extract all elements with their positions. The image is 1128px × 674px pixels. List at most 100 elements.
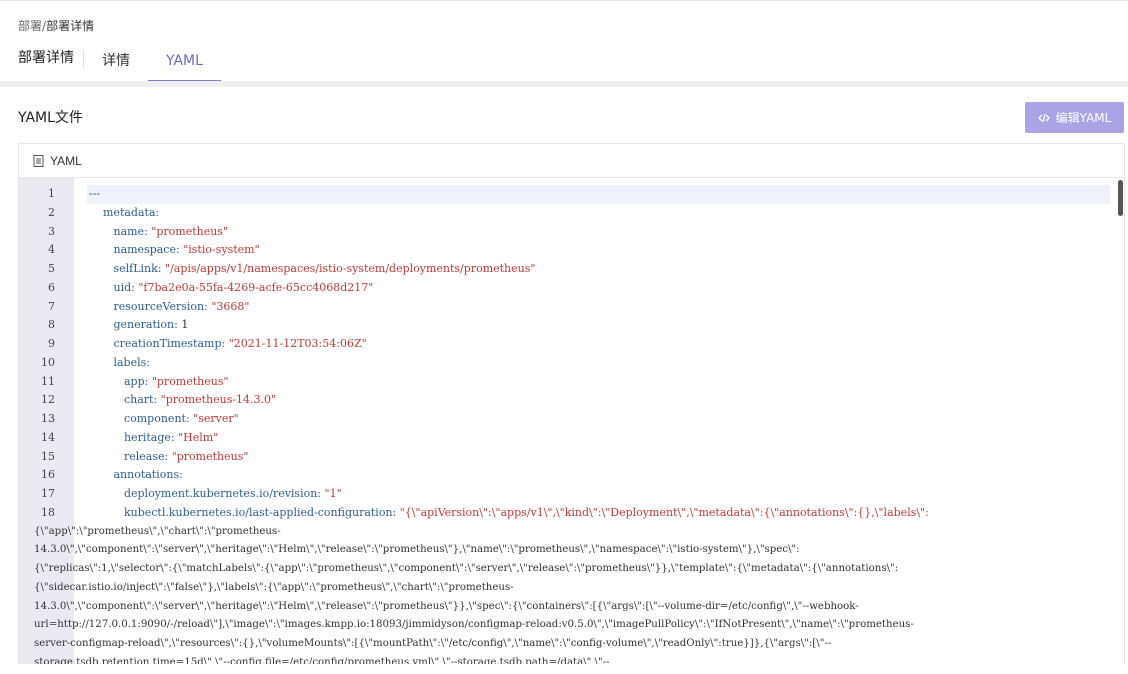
edit-yaml-label: 编辑YAML xyxy=(1055,111,1112,125)
code-line: --- xyxy=(87,185,1110,204)
yaml-value: "f7ba2e0a-55fa-4269-acfe-65cc4068d217" xyxy=(138,280,374,294)
code-line: kubectl.kubernetes.io/last-applied-confi… xyxy=(89,504,1110,523)
line-number: 1 xyxy=(48,187,55,200)
code-line: chart: "prometheus-14.3.0" xyxy=(89,391,1110,410)
yaml-value: "istio-system" xyxy=(183,243,260,257)
yaml-key: chart: xyxy=(123,393,158,407)
code-area[interactable]: --- metadata: name: "prometheus" namespa… xyxy=(34,185,1110,664)
line-number: 13 xyxy=(41,412,55,425)
yaml-key: deployment.kubernetes.io/revision: xyxy=(123,487,322,500)
document-icon xyxy=(33,154,44,167)
yaml-value: "3668" xyxy=(211,299,250,313)
line-number: 10 xyxy=(41,355,55,369)
scrollbar[interactable] xyxy=(1116,178,1124,664)
code-wrapped-line: 14.3.0\",\"component\":\"server\",\"heri… xyxy=(34,600,859,612)
code-icon xyxy=(1037,113,1050,122)
yaml-key: labels: xyxy=(113,355,150,369)
breadcrumb-parent[interactable]: 部署 xyxy=(18,19,42,33)
line-number: 14 xyxy=(41,430,55,444)
line-number: 15 xyxy=(41,449,55,463)
code-wrapped-line: {\"replicas\":1,\"selector\":{\"matchLab… xyxy=(34,563,899,574)
yaml-key: resourceVersion: xyxy=(113,299,208,313)
yaml-card: YAML 1 2 3 4 5 6 7 8 9 10 11 12 13 14 15 16 17 18 --- met… xyxy=(18,143,1125,664)
code-wrapped-line: {\"app\":\"prometheus\",\"chart\":\"prom… xyxy=(34,525,281,537)
yaml-key: heritage: xyxy=(123,430,175,444)
yaml-value: "{\"apiVersion\":\"apps/v1\",\"kind\":\"… xyxy=(399,505,929,519)
yaml-value: "1" xyxy=(324,487,342,500)
line-number: 5 xyxy=(48,262,55,275)
yaml-key: app: xyxy=(123,374,149,388)
yaml-key: name: xyxy=(113,224,148,238)
code-line: heritage: "Helm" xyxy=(89,429,1110,448)
yaml-value: "prometheus-14.3.0" xyxy=(160,393,277,407)
line-number: 16 xyxy=(41,468,55,482)
yaml-value: "/apis/apps/v1/namespaces/istio-system/d… xyxy=(165,262,536,275)
line-number: 6 xyxy=(48,280,55,294)
code-line: uid: "f7ba2e0a-55fa-4269-acfe-65cc4068d2… xyxy=(89,279,1110,298)
yaml-key: component: xyxy=(123,412,190,425)
yaml-key: metadata: xyxy=(103,205,160,219)
yaml-value: "Helm" xyxy=(178,430,219,444)
line-numbers: 1 2 3 4 5 6 7 8 9 10 11 12 13 14 15 16 17 18 xyxy=(19,185,55,523)
code-line: labels: xyxy=(89,354,1110,373)
code-wrapped-line: url=http://127.0.0.1:9090/-/reload\"],\"… xyxy=(34,619,914,631)
yaml-value: "2021-11-12T03:54:06Z" xyxy=(228,337,367,350)
line-number: 9 xyxy=(48,337,55,350)
code-line: generation: 1 xyxy=(89,316,1110,335)
yaml-value: "server" xyxy=(193,412,239,425)
yaml-key: kubectl.kubernetes.io/last-applied-confi… xyxy=(123,505,397,519)
code-line: deployment.kubernetes.io/revision: "1" xyxy=(89,485,1110,504)
yaml-key: --- xyxy=(89,187,101,200)
code-line: release: "prometheus" xyxy=(89,448,1110,467)
line-number: 18 xyxy=(41,505,55,519)
divider-band xyxy=(0,81,1128,87)
yaml-key: creationTimestamp: xyxy=(113,337,226,350)
code-line: app: "prometheus" xyxy=(89,373,1110,392)
breadcrumb: 部署/部署详情 xyxy=(18,17,94,34)
line-number: 4 xyxy=(48,243,55,257)
code-line: resourceVersion: "3668" xyxy=(89,298,1110,317)
edit-yaml-button[interactable]: 编辑YAML xyxy=(1025,102,1124,133)
yaml-key: uid: xyxy=(113,280,135,294)
code-line: component: "server" xyxy=(89,410,1110,429)
tab-details[interactable]: 详情 xyxy=(84,41,148,81)
yaml-value: 1 xyxy=(181,318,189,332)
yaml-key: selfLink: xyxy=(113,262,162,275)
code-line: name: "prometheus" xyxy=(89,223,1110,242)
yaml-card-header: YAML xyxy=(19,144,1124,178)
section-title: YAML文件 xyxy=(18,110,83,126)
code-wrapped-line: 14.3.0\",\"component\":\"server\",\"heri… xyxy=(34,544,800,556)
code-line: selfLink: "/apis/apps/v1/namespaces/isti… xyxy=(89,260,1110,279)
code-line: namespace: "istio-system" xyxy=(89,241,1110,260)
yaml-value: "prometheus" xyxy=(151,374,229,388)
yaml-editor[interactable]: 1 2 3 4 5 6 7 8 9 10 11 12 13 14 15 16 17 18 --- metadata… xyxy=(19,178,1124,664)
code-wrapped-line: {\"sidecar.istio.io/inject\":\"false\"},… xyxy=(34,581,514,593)
tab-yaml[interactable]: YAML xyxy=(148,41,221,82)
scrollbar-thumb[interactable] xyxy=(1118,180,1123,216)
yaml-key: release: xyxy=(123,449,169,463)
line-number: 7 xyxy=(48,299,55,313)
yaml-key: namespace: xyxy=(113,243,180,257)
yaml-key: annotations: xyxy=(113,468,183,482)
code-line: creationTimestamp: "2021-11-12T03:54:06Z… xyxy=(89,335,1110,354)
line-number: 3 xyxy=(48,224,55,238)
tabs-row: 部署详情 详情 YAML xyxy=(0,41,1128,82)
code-line: annotations: xyxy=(89,466,1110,485)
yaml-value: "prometheus" xyxy=(151,224,229,238)
